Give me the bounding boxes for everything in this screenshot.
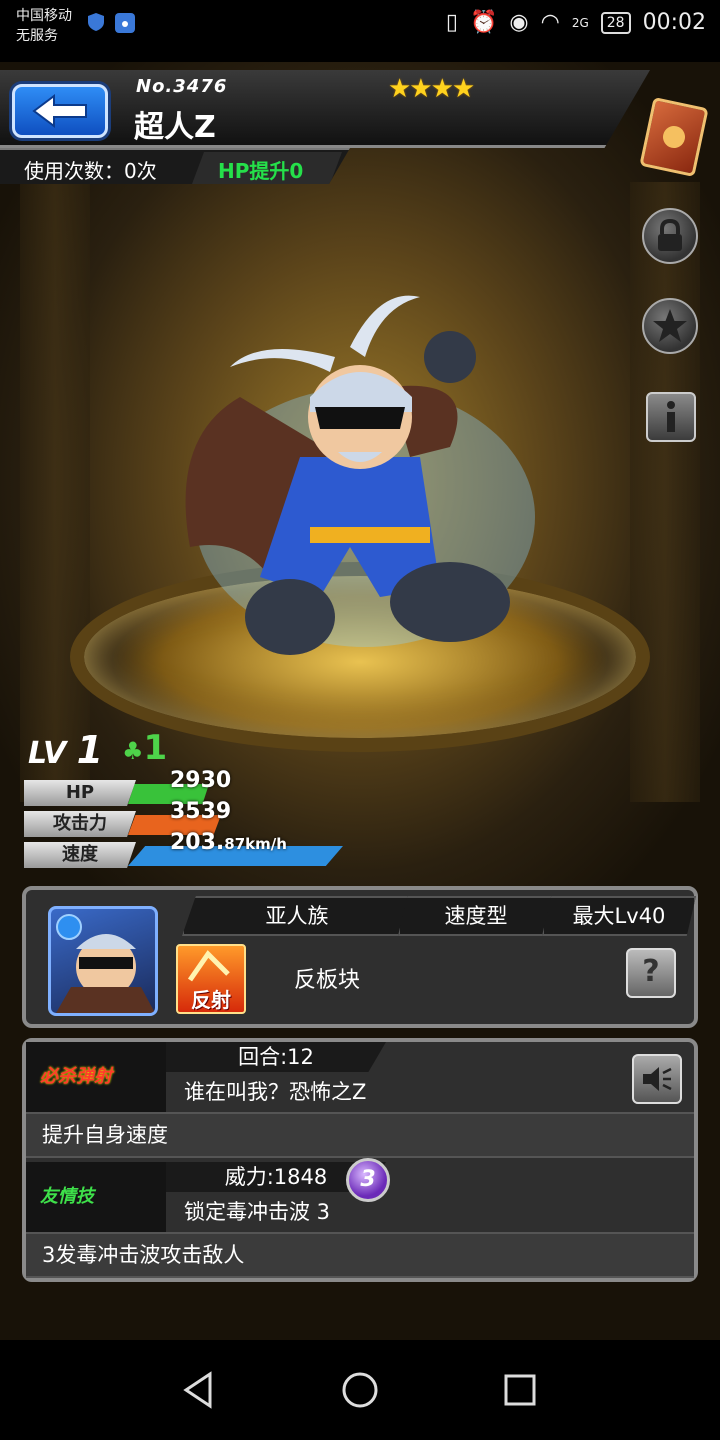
speaker-icon	[643, 1067, 672, 1091]
strike-shot-name: 谁在叫我？恐怖之Z	[184, 1080, 367, 1104]
type-tag: 速度型	[398, 896, 554, 936]
speed-unit: 87km/h	[224, 835, 287, 853]
strike-shot-label: 必杀弹射	[26, 1042, 166, 1112]
monster-detail-screen: No.3476 超人Z ★★★★ 使用次数：0次 HP提升0 LV 1 ♣1 H…	[0, 62, 720, 1340]
reflect-arrow-icon	[187, 950, 230, 982]
home-circle-icon[interactable]	[340, 1370, 380, 1410]
attack-label: 攻击力	[24, 811, 136, 837]
ability-icon: 反射	[176, 944, 246, 1014]
speed-label: 速度	[24, 842, 136, 868]
max-level-tag: 最大Lv40	[542, 896, 696, 936]
background-pillar	[20, 182, 90, 802]
attack-value: 3539	[170, 799, 231, 824]
back-button[interactable]	[12, 84, 108, 138]
luck-value: 1	[143, 728, 168, 768]
security-shield-icon	[88, 13, 104, 31]
friendship-level-orb: 3	[346, 1158, 390, 1202]
alarm-icon: ⏰	[470, 10, 498, 35]
status-bar: 中国移动 无服务 ▯ ⏰ ◉ ◠ 2G 28 00:02	[0, 0, 720, 62]
rarity-stars: ★★★★	[388, 74, 475, 104]
speed-stat-row: 速度 203.87km/h	[24, 830, 344, 868]
ability-name: 反板块	[294, 968, 361, 993]
encyclopedia-book-button[interactable]	[639, 96, 709, 178]
navigation-bar	[0, 1340, 720, 1440]
clover-icon: ♣	[122, 737, 144, 765]
luck-display: ♣1	[122, 728, 167, 768]
clock: 00:02	[642, 10, 706, 35]
monster-number: No.3476	[136, 76, 228, 97]
lock-icon	[658, 219, 682, 251]
voice-button[interactable]	[632, 1054, 682, 1104]
strike-shot-section: 必杀弹射 回合:12 谁在叫我？恐怖之Z	[26, 1042, 694, 1112]
help-button[interactable]: ?	[626, 948, 676, 998]
attack-value-number: 3539	[170, 799, 232, 824]
friendship-name: 锁定毒冲击波 3	[184, 1200, 331, 1224]
carrier-name: 中国移动	[16, 8, 72, 24]
usage-bar: 使用次数：0次 HP提升0	[0, 148, 350, 184]
service-status: 无服务	[16, 28, 58, 44]
strike-turns: 回合:12	[166, 1042, 386, 1072]
level-display: LV 1	[28, 728, 103, 772]
status-icons: ▯ ⏰ ◉ ◠ 2G 28 00:02	[446, 10, 706, 35]
ability-icon-label: 反射	[191, 988, 231, 1012]
star-icon	[653, 309, 687, 342]
monster-avatar	[48, 906, 158, 1016]
carrier-info: 中国移动 无服务	[16, 6, 72, 46]
monster-name: 超人Z	[134, 110, 216, 145]
hp-value-number: 2930	[170, 768, 232, 793]
info-button[interactable]	[646, 392, 696, 442]
speed-value: 203.87km/h	[170, 830, 287, 855]
book-icon	[662, 126, 685, 148]
recent-apps-square-icon[interactable]	[500, 1370, 540, 1410]
wifi-icon: ◠	[540, 10, 560, 35]
strike-shot-description: 提升自身速度	[26, 1112, 694, 1158]
friendship-label: 友情技	[26, 1162, 166, 1232]
monster-character-art	[185, 295, 535, 655]
eye-icon: ◉	[509, 10, 529, 35]
hotspot-icon	[115, 13, 135, 33]
question-icon: ?	[642, 954, 660, 989]
speed-value-number: 203.	[170, 830, 225, 855]
hp-boost-text: HP提升0	[218, 159, 304, 183]
info-icon	[667, 401, 675, 432]
signal-icon: 2G	[571, 15, 589, 30]
battery-indicator: 28	[600, 11, 631, 34]
tribe-tag: 亚人族	[182, 896, 412, 936]
background-pillar	[630, 182, 700, 802]
friendship-description: 3发毒冲击波攻击敌人	[26, 1232, 694, 1278]
skills-panel: 必杀弹射 回合:12 谁在叫我？恐怖之Z 提升自身速度 友情技 威力:1848 …	[22, 1038, 698, 1282]
favorite-star-button[interactable]	[642, 298, 698, 354]
monster-info-panel: 亚人族 速度型 最大Lv40 反射 反板块 ?	[22, 886, 698, 1028]
lock-button[interactable]	[642, 208, 698, 264]
back-triangle-icon[interactable]	[180, 1370, 220, 1410]
level-value: 1	[76, 728, 104, 772]
usage-count: 使用次数：0次	[24, 159, 157, 183]
level-prefix: LV	[28, 736, 67, 771]
hp-value: 2930	[170, 768, 231, 793]
back-arrow-icon	[32, 94, 87, 128]
hp-label: HP	[24, 780, 136, 806]
vibrate-icon: ▯	[445, 10, 459, 35]
hp-boost-badge: HP提升0	[192, 152, 342, 184]
monster-portrait-icon	[56, 914, 155, 1013]
